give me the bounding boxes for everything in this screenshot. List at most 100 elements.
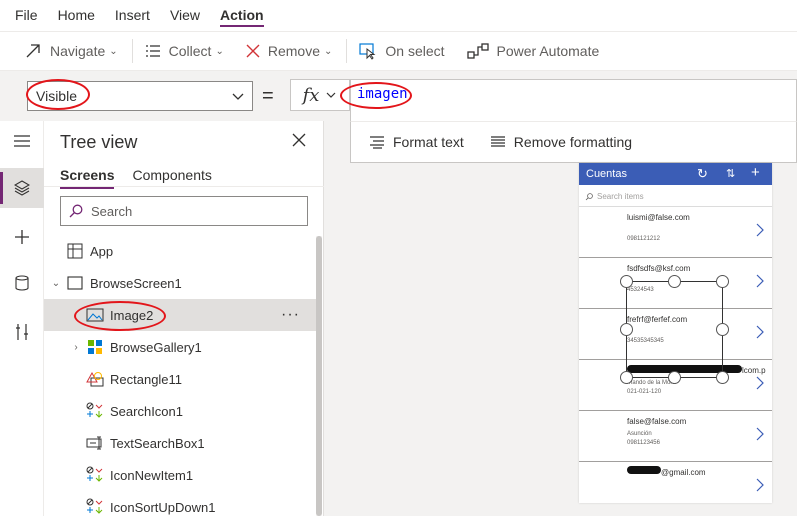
redaction-scribble <box>627 466 661 474</box>
tree-node-searchicon1[interactable]: SearchIcon1 <box>44 395 316 427</box>
property-dropdown[interactable]: Visible <box>27 81 253 111</box>
power-automate-label: Power Automate <box>496 43 600 59</box>
item-title: frefrf@ferfef.com <box>627 315 688 324</box>
equals-sign: = <box>262 85 274 107</box>
close-x-icon <box>246 44 260 58</box>
resize-handle[interactable] <box>668 371 681 384</box>
tree-node-image2[interactable]: Image2 ··· <box>44 299 316 331</box>
tree-scrollbar[interactable] <box>316 236 322 516</box>
gallery-item[interactable]: lcom.p rnando de la Mora 021-021-120 <box>579 360 772 411</box>
resize-handle[interactable] <box>620 371 633 384</box>
more-options-icon[interactable]: ··· <box>281 306 300 324</box>
remove-button[interactable]: Remove ⌄ <box>236 31 345 71</box>
resize-handle[interactable] <box>620 275 633 288</box>
left-rail <box>0 121 44 516</box>
format-text-button[interactable]: Format text <box>369 134 464 150</box>
gallery-item[interactable]: luismi@false.com 0981121212 <box>579 207 772 258</box>
tools-button[interactable] <box>0 312 44 352</box>
item-subtitle: 0981121212 <box>627 236 660 242</box>
menu-action[interactable]: Action <box>220 0 264 31</box>
chevron-down-icon: ⌄ <box>323 45 333 57</box>
preview-search-placeholder: Search items <box>597 192 644 201</box>
close-icon[interactable] <box>291 132 307 148</box>
tree-node-label: Image2 <box>110 307 154 323</box>
chevron-right-icon[interactable] <box>756 325 764 339</box>
app-icon <box>66 242 84 260</box>
tree-node-browsegallery1[interactable]: › BrowseGallery1 <box>44 331 316 363</box>
gallery-item[interactable]: frefrf@ferfef.com 34535345345 <box>579 309 772 360</box>
on-select-cursor-icon <box>359 43 376 60</box>
chevron-down-icon[interactable]: ⌄ <box>50 278 62 289</box>
data-button[interactable] <box>0 263 44 303</box>
item-body: 0981123456 <box>627 440 660 446</box>
menu-home[interactable]: Home <box>58 0 95 31</box>
insert-button[interactable] <box>0 217 44 257</box>
tree-node-rectangle11[interactable]: Rectangle11 <box>44 363 316 395</box>
item-title: lcom.p <box>742 366 766 375</box>
gallery-item[interactable]: false@false.com Asunción 0981123456 <box>579 411 772 462</box>
tools-icon <box>16 324 28 340</box>
tab-components[interactable]: Components <box>132 167 211 187</box>
icon-control-icon <box>86 402 104 420</box>
sort-up-down-icon[interactable]: ⇅ <box>726 167 735 180</box>
formula-bar: Visible = fx imagen <box>0 71 797 121</box>
collect-button[interactable]: Collect ⌄ <box>135 31 236 71</box>
tree-node-label: IconSortUpDown1 <box>110 499 216 515</box>
search-icon <box>585 192 593 200</box>
app-preview-screen[interactable]: Cuentas ↻ ⇅ + Search items luismi@false.… <box>579 163 772 503</box>
chevron-right-icon[interactable] <box>756 274 764 288</box>
on-select-button[interactable]: On select <box>349 31 456 71</box>
item-title: luismi@false.com <box>627 213 690 222</box>
gallery-item[interactable]: @gmail.com <box>579 462 772 513</box>
formula-expression: imagen <box>357 86 408 102</box>
tree-node-iconsortupdown1[interactable]: IconSortUpDown1 <box>44 491 316 516</box>
property-value: Visible <box>36 88 77 104</box>
tree-search-input[interactable]: Search <box>60 196 308 226</box>
menu-insert[interactable]: Insert <box>115 0 150 31</box>
resize-handle[interactable] <box>668 275 681 288</box>
chevron-right-icon[interactable] <box>756 223 764 237</box>
preview-header-title: Cuentas <box>586 168 627 180</box>
tree-node-iconnewitem1[interactable]: IconNewItem1 <box>44 459 316 491</box>
tree-node-label: SearchIcon1 <box>110 403 183 419</box>
chevron-down-icon: ⌄ <box>215 45 224 57</box>
hamburger-icon <box>14 135 30 147</box>
menu-view[interactable]: View <box>170 0 200 31</box>
tab-screens[interactable]: Screens <box>60 167 115 189</box>
chevron-right-icon[interactable] <box>756 427 764 441</box>
tree-node-label: TextSearchBox1 <box>110 435 205 451</box>
collect-list-icon <box>145 45 160 57</box>
refresh-icon[interactable]: ↻ <box>697 166 708 182</box>
chevron-right-icon[interactable]: › <box>70 342 82 353</box>
preview-search-box[interactable]: Search items <box>579 187 772 207</box>
tree-node-label: Rectangle11 <box>110 371 183 387</box>
menu-file[interactable]: File <box>15 0 38 31</box>
item-subtitle: 34535345345 <box>627 338 664 344</box>
collect-label: Collect <box>168 43 212 59</box>
fx-icon: fx <box>302 84 320 106</box>
resize-handle[interactable] <box>716 371 729 384</box>
action-toolbar: Navigate ⌄ Collect ⌄ Remove ⌄ On select … <box>0 31 797 71</box>
scrollbar-thumb[interactable] <box>316 236 322 516</box>
fx-button[interactable]: fx <box>290 79 350 111</box>
tree-node-app[interactable]: App <box>44 235 316 267</box>
formula-input[interactable]: imagen <box>350 79 797 121</box>
menu-bar: File Home Insert View Action <box>0 0 797 31</box>
navigate-button[interactable]: Navigate ⌄ <box>14 31 130 71</box>
power-automate-button[interactable]: Power Automate <box>457 31 612 71</box>
remove-label: Remove <box>267 43 320 59</box>
resize-handle[interactable] <box>620 323 633 336</box>
add-icon[interactable]: + <box>751 164 760 181</box>
tree-node-textsearchbox1[interactable]: TextSearchBox1 <box>44 427 316 459</box>
remove-formatting-icon <box>490 136 505 147</box>
resize-handle[interactable] <box>716 275 729 288</box>
item-body: 021-021-120 <box>627 389 662 395</box>
tree-view-button[interactable] <box>0 168 44 208</box>
hamburger-menu-button[interactable] <box>0 121 44 161</box>
chevron-right-icon[interactable] <box>756 478 764 492</box>
resize-handle[interactable] <box>716 323 729 336</box>
tree-node-browsescreen1[interactable]: ⌄ BrowseScreen1 <box>44 267 316 299</box>
remove-formatting-button[interactable]: Remove formatting <box>490 134 632 150</box>
icon-control-icon <box>86 498 104 516</box>
chevron-right-icon[interactable] <box>756 376 764 390</box>
